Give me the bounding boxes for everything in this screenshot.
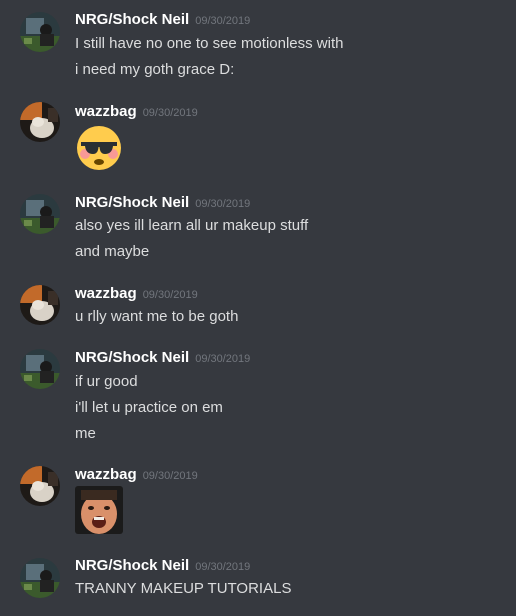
message-header: NRG/Shock Neil 09/30/2019 xyxy=(75,194,250,212)
username[interactable]: NRG/Shock Neil xyxy=(75,557,189,574)
message-header: wazzbag 09/30/2019 xyxy=(75,285,198,303)
avatar[interactable] xyxy=(20,466,60,506)
username[interactable]: wazzbag xyxy=(75,466,137,483)
message-text: me xyxy=(75,425,96,442)
username[interactable]: wazzbag xyxy=(75,285,137,302)
message-header: wazzbag 09/30/2019 xyxy=(75,466,198,484)
avatar[interactable] xyxy=(20,12,60,52)
message-header: NRG/Shock Neil 09/30/2019 xyxy=(75,11,250,29)
username[interactable]: NRG/Shock Neil xyxy=(75,349,189,366)
flushed-sunglasses-emoji xyxy=(75,124,123,172)
timestamp: 09/30/2019 xyxy=(195,15,251,27)
username[interactable]: NRG/Shock Neil xyxy=(75,11,189,28)
avatar[interactable] xyxy=(20,349,60,389)
message-header: NRG/Shock Neil 09/30/2019 xyxy=(75,349,250,367)
message-text: u rlly want me to be goth xyxy=(75,308,239,325)
message-header: NRG/Shock Neil 09/30/2019 xyxy=(75,557,250,575)
shocked-face-emote xyxy=(75,486,123,534)
timestamp: 09/30/2019 xyxy=(195,353,251,365)
avatar[interactable] xyxy=(20,558,60,598)
username[interactable]: NRG/Shock Neil xyxy=(75,194,189,211)
message-text: and maybe xyxy=(75,243,150,260)
timestamp: 09/30/2019 xyxy=(195,561,251,573)
message-text: also yes ill learn all ur makeup stuff xyxy=(75,217,309,234)
message-text: if ur good xyxy=(75,373,138,390)
timestamp: 09/30/2019 xyxy=(142,107,198,119)
timestamp: 09/30/2019 xyxy=(142,470,198,482)
avatar[interactable] xyxy=(20,102,60,142)
avatar[interactable] xyxy=(20,285,60,325)
timestamp: 09/30/2019 xyxy=(195,198,251,210)
message-text: I still have no one to see motionless wi… xyxy=(75,35,344,52)
message-text: i'll let u practice on em xyxy=(75,399,223,416)
timestamp: 09/30/2019 xyxy=(142,289,198,301)
message-text: i need my goth grace D: xyxy=(75,61,235,78)
message-text: TRANNY MAKEUP TUTORIALS xyxy=(75,580,292,597)
message-header: wazzbag 09/30/2019 xyxy=(75,103,198,121)
username[interactable]: wazzbag xyxy=(75,103,137,120)
avatar[interactable] xyxy=(20,194,60,234)
